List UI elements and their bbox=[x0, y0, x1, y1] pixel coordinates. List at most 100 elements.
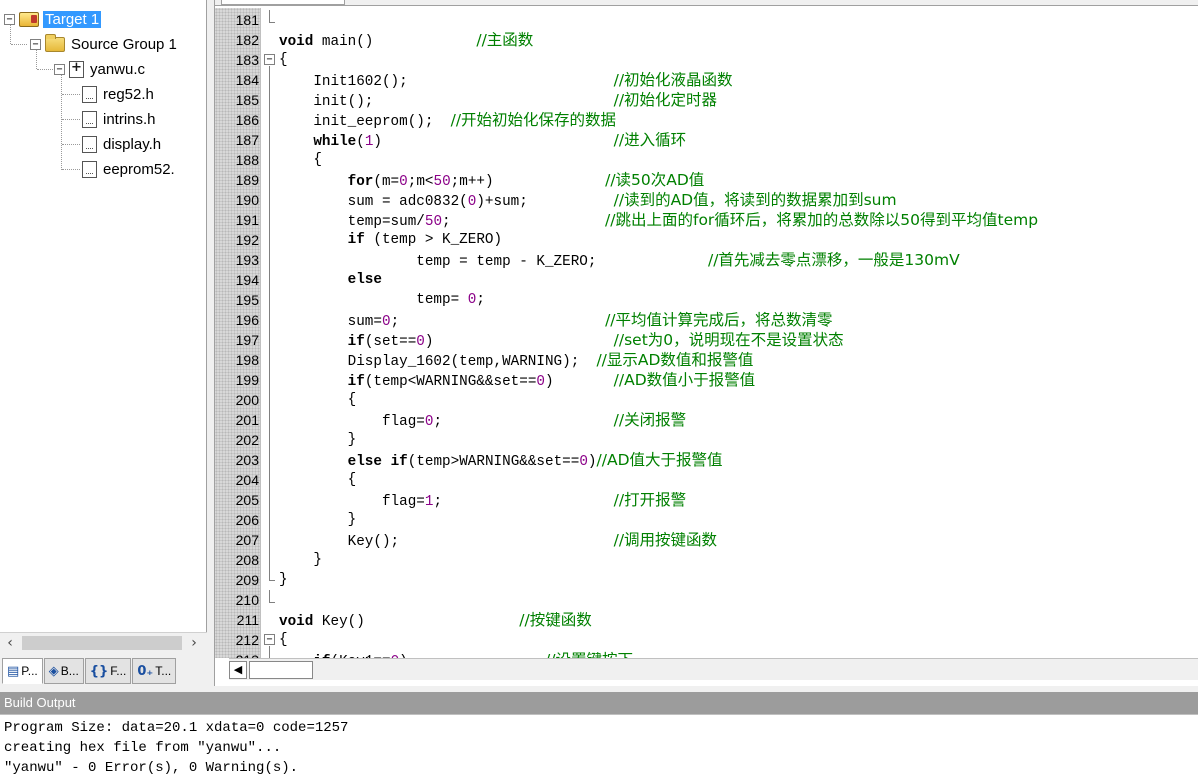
tree-item-hfile[interactable]: display.h bbox=[82, 133, 163, 155]
code-line[interactable]: void Key() //按键函数 bbox=[279, 610, 592, 630]
tree-connector bbox=[37, 69, 53, 70]
scroll-left-arrow-icon[interactable]: ‹ bbox=[2, 635, 18, 651]
code-line[interactable]: else bbox=[279, 270, 382, 290]
code-comment: //初始化定时器 bbox=[613, 91, 718, 109]
tree-connector bbox=[62, 119, 80, 120]
code-line[interactable]: void main() //主函数 bbox=[279, 30, 533, 50]
pane-tab-1[interactable]: ◈ B... bbox=[43, 658, 84, 684]
tree-item-label: display.h bbox=[103, 135, 162, 153]
code-line[interactable]: if(set==0) //set为0，说明现在不是设置状态 bbox=[279, 330, 844, 350]
tree-item-label: intrins.h bbox=[103, 110, 156, 128]
tree-item-folder[interactable]: − Source Group 1 bbox=[30, 33, 179, 55]
code-line[interactable]: if (temp > K_ZERO) bbox=[279, 230, 502, 250]
tree-item-cfile[interactable]: − yanwu.c bbox=[54, 58, 147, 80]
uvision-ide-window: −Target 1 −Source Group 1 −yanwu.c reg52.h i… bbox=[0, 0, 1198, 778]
code-comment: //平均值计算完成后，将总数清零 bbox=[605, 311, 833, 329]
code-line[interactable]: { bbox=[279, 630, 288, 650]
tree-item-hfile[interactable]: reg52.h bbox=[82, 83, 156, 105]
code-line[interactable]: } bbox=[279, 510, 357, 530]
collapse-toggle-icon[interactable]: − bbox=[4, 13, 15, 25]
fold-toggle-icon[interactable]: − bbox=[264, 54, 275, 65]
build-output-panel[interactable]: Program Size: data=20.1 xdata=0 code=125… bbox=[0, 714, 1198, 778]
header-file-icon bbox=[82, 160, 97, 178]
line-number: 211 bbox=[236, 612, 259, 628]
code-comment: //进入循环 bbox=[613, 131, 687, 149]
code-line[interactable]: { bbox=[279, 390, 357, 410]
pane-tab-0[interactable]: ▤ P... bbox=[2, 658, 43, 684]
code-line[interactable]: sum=0; //平均值计算完成后，将总数清零 bbox=[279, 310, 833, 330]
code-line[interactable]: else if(temp>WARNING&&set==0)//AD值大于报警值 bbox=[279, 450, 723, 470]
line-number: 199 bbox=[235, 372, 259, 388]
code-line[interactable]: sum = adc0832(0)+sum; //读到的AD值，将读到的数据累加到… bbox=[279, 190, 897, 210]
code-line[interactable]: { bbox=[279, 150, 322, 170]
code-line[interactable]: } bbox=[279, 430, 357, 450]
project-tree-pane[interactable]: −Target 1 −Source Group 1 −yanwu.c reg52.h i… bbox=[0, 0, 207, 632]
code-line[interactable]: Display_1602(temp,WARNING); //显示AD数值和报警值 bbox=[279, 350, 754, 370]
code-line[interactable]: temp=sum/50; //跳出上面的for循环后，将累加的总数除以50得到平… bbox=[279, 210, 1038, 230]
collapse-toggle-icon[interactable]: − bbox=[54, 63, 65, 75]
pane-tab-label: T... bbox=[155, 664, 172, 678]
editor-file-tab[interactable] bbox=[221, 0, 345, 5]
line-number: 190 bbox=[235, 192, 259, 208]
tree-connector bbox=[62, 144, 80, 145]
scroll-thumb[interactable] bbox=[22, 636, 182, 650]
line-number: 195 bbox=[235, 292, 259, 308]
fold-guide bbox=[269, 22, 275, 23]
code-comment: //初始化液晶函数 bbox=[613, 71, 733, 89]
code-editor[interactable]: 181 182 183 184 185 186 187 188 189 190 191 192 193 1… bbox=[214, 0, 1198, 686]
fold-guide bbox=[269, 602, 275, 603]
build-output-title: Build Output bbox=[0, 692, 1198, 714]
line-number: 183 bbox=[235, 52, 259, 68]
code-text-area[interactable]: void main() //主函数{ Init1602(); //初始化液晶函数… bbox=[279, 8, 1198, 658]
tree-item-hfile[interactable]: intrins.h bbox=[82, 108, 158, 130]
code-line[interactable]: if(Key1==0) //设置键按下 bbox=[279, 650, 633, 658]
fold-toggle-icon[interactable]: − bbox=[264, 634, 275, 645]
fold-guide bbox=[269, 580, 275, 581]
code-line[interactable]: init_eeprom(); //开始初始化保存的数据 bbox=[279, 110, 616, 130]
tree-horizontal-scrollbar[interactable]: ‹ › bbox=[0, 632, 207, 652]
code-line[interactable]: flag=0; //关闭报警 bbox=[279, 410, 686, 430]
code-line[interactable]: { bbox=[279, 50, 288, 70]
line-number: 193 bbox=[235, 252, 259, 268]
line-number: 188 bbox=[235, 152, 259, 168]
line-number: 181 bbox=[235, 12, 259, 28]
project-icon: ▤ bbox=[7, 663, 20, 679]
editor-horizontal-scrollbar[interactable]: ◀ bbox=[229, 658, 1198, 680]
code-line[interactable]: while(1) //进入循环 bbox=[279, 130, 686, 150]
code-line[interactable]: flag=1; //打开报警 bbox=[279, 490, 686, 510]
code-line[interactable]: if(temp<WARNING&&set==0) //AD数值小于报警值 bbox=[279, 370, 755, 390]
scroll-left-arrow-icon[interactable]: ◀ bbox=[229, 661, 247, 679]
scroll-thumb[interactable] bbox=[249, 661, 313, 679]
code-line[interactable]: } bbox=[279, 550, 322, 570]
line-number: 204 bbox=[235, 472, 259, 488]
code-line[interactable]: Init1602(); //初始化液晶函数 bbox=[279, 70, 733, 90]
header-file-icon bbox=[82, 85, 97, 103]
line-number: 185 bbox=[235, 92, 259, 108]
line-number: 202 bbox=[235, 432, 259, 448]
code-comment: //调用按键函数 bbox=[613, 531, 718, 549]
line-number: 212 bbox=[235, 632, 259, 648]
scroll-right-arrow-icon[interactable]: › bbox=[186, 635, 202, 651]
line-number: 200 bbox=[235, 392, 259, 408]
tree-item-target[interactable]: − Target 1 bbox=[4, 8, 102, 30]
code-line[interactable]: Key(); //调用按键函数 bbox=[279, 530, 717, 550]
code-line[interactable]: } bbox=[279, 570, 288, 590]
code-line[interactable]: temp = temp - K_ZERO; //首先减去零点漂移，一般是130m… bbox=[279, 250, 959, 270]
tree-item-hfile[interactable]: eeprom52. bbox=[82, 158, 177, 180]
pane-tab-3[interactable]: 0₊ T... bbox=[132, 658, 177, 684]
code-line[interactable]: { bbox=[279, 470, 357, 490]
tree-connector bbox=[62, 94, 80, 95]
code-comment: //AD数值小于报警值 bbox=[613, 371, 756, 389]
tree-item-label: eeprom52. bbox=[103, 160, 175, 178]
line-number: 207 bbox=[235, 532, 259, 548]
pane-tab-2[interactable]: {} F... bbox=[84, 658, 132, 684]
code-line[interactable]: for(m=0;m<50;m++) //读50次AD值 bbox=[279, 170, 705, 190]
line-number: 192 bbox=[235, 232, 259, 248]
tree-connector bbox=[11, 44, 27, 45]
build-output-line: "yanwu" - 0 Error(s), 0 Warning(s). bbox=[4, 760, 299, 776]
code-line[interactable]: init(); //初始化定时器 bbox=[279, 90, 717, 110]
code-line[interactable]: temp= 0; bbox=[279, 290, 485, 310]
collapse-toggle-icon[interactable]: − bbox=[30, 38, 41, 50]
c-file-icon bbox=[69, 60, 84, 78]
target-icon bbox=[19, 11, 39, 27]
